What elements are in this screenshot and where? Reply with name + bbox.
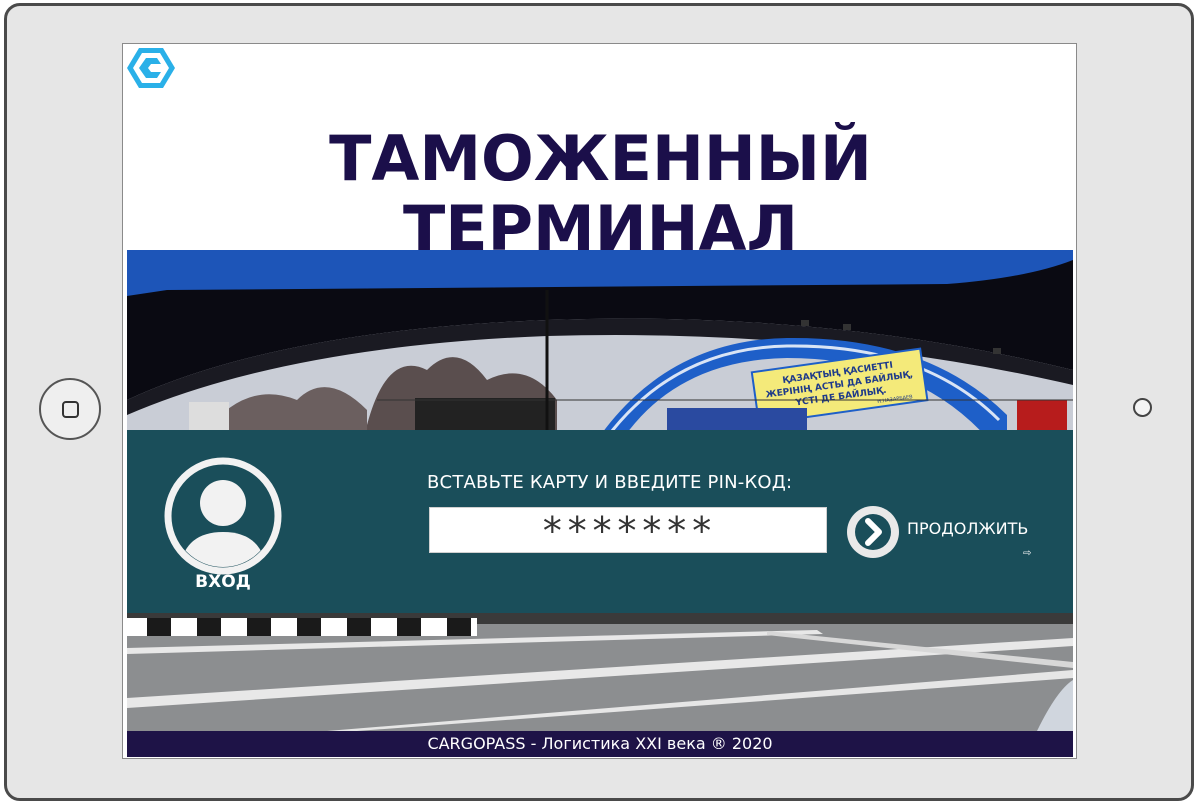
- camera-icon: [1133, 398, 1152, 417]
- continue-button[interactable]: [847, 506, 899, 558]
- continue-label[interactable]: ПРОДОЛЖИТЬ: [907, 519, 1028, 538]
- arrow-right-icon: ⇨: [1023, 548, 1032, 559]
- home-square-icon: [62, 401, 79, 418]
- footer: CARGOPASS - Логистика XXI века ® 2020: [127, 731, 1073, 757]
- pin-prompt-text: ВСТАВЬТЕ КАРТУ И ВВЕДИТЕ PIN-КОД:: [427, 472, 793, 493]
- terminal-screen: ТАМОЖЕННЫЙ ТЕРМИНАЛ ҚАЗАҚТЫҢ ҚАСИЕТТІ ЖЕ: [122, 43, 1077, 759]
- chevron-right-icon: [848, 507, 898, 557]
- cargopass-logo-icon: [125, 46, 177, 90]
- home-button[interactable]: [39, 378, 101, 440]
- user-avatar-icon: [163, 456, 283, 576]
- page-title: ТАМОЖЕННЫЙ ТЕРМИНАЛ: [329, 122, 872, 265]
- login-panel: ВХОД ВСТАВЬТЕ КАРТУ И ВВЕДИТЕ PIN-КОД: *…: [127, 430, 1073, 613]
- pin-input[interactable]: *******: [429, 507, 827, 553]
- login-label: ВХОД: [195, 572, 251, 592]
- border-crossing-photo: ҚАЗАҚТЫҢ ҚАСИЕТТІ ЖЕРІНІҢ АСТЫ ДА БАЙЛЫҚ…: [127, 250, 1073, 731]
